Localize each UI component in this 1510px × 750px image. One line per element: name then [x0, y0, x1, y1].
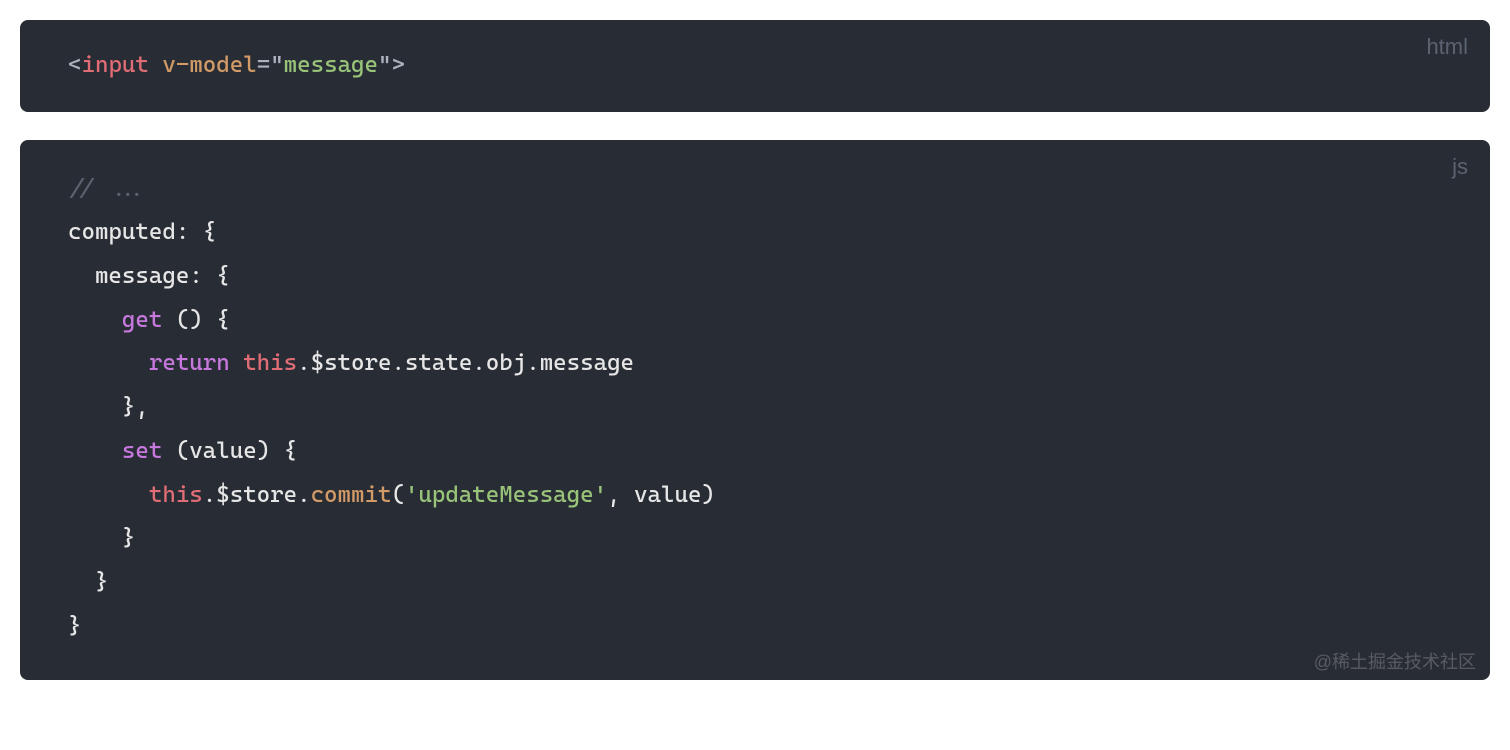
code-content-html[interactable]: <input v-model="message"> — [68, 44, 1442, 88]
code-block-html: html <input v-model="message"> — [20, 20, 1490, 112]
language-label-html: html — [1426, 34, 1468, 60]
watermark-text: @稀土掘金技术社区 — [1314, 648, 1476, 674]
language-label-js: js — [1452, 154, 1468, 180]
code-block-js: js // ... computed: { message: { get () … — [20, 140, 1490, 681]
code-content-js[interactable]: // ... computed: { message: { get () { r… — [68, 168, 1442, 649]
